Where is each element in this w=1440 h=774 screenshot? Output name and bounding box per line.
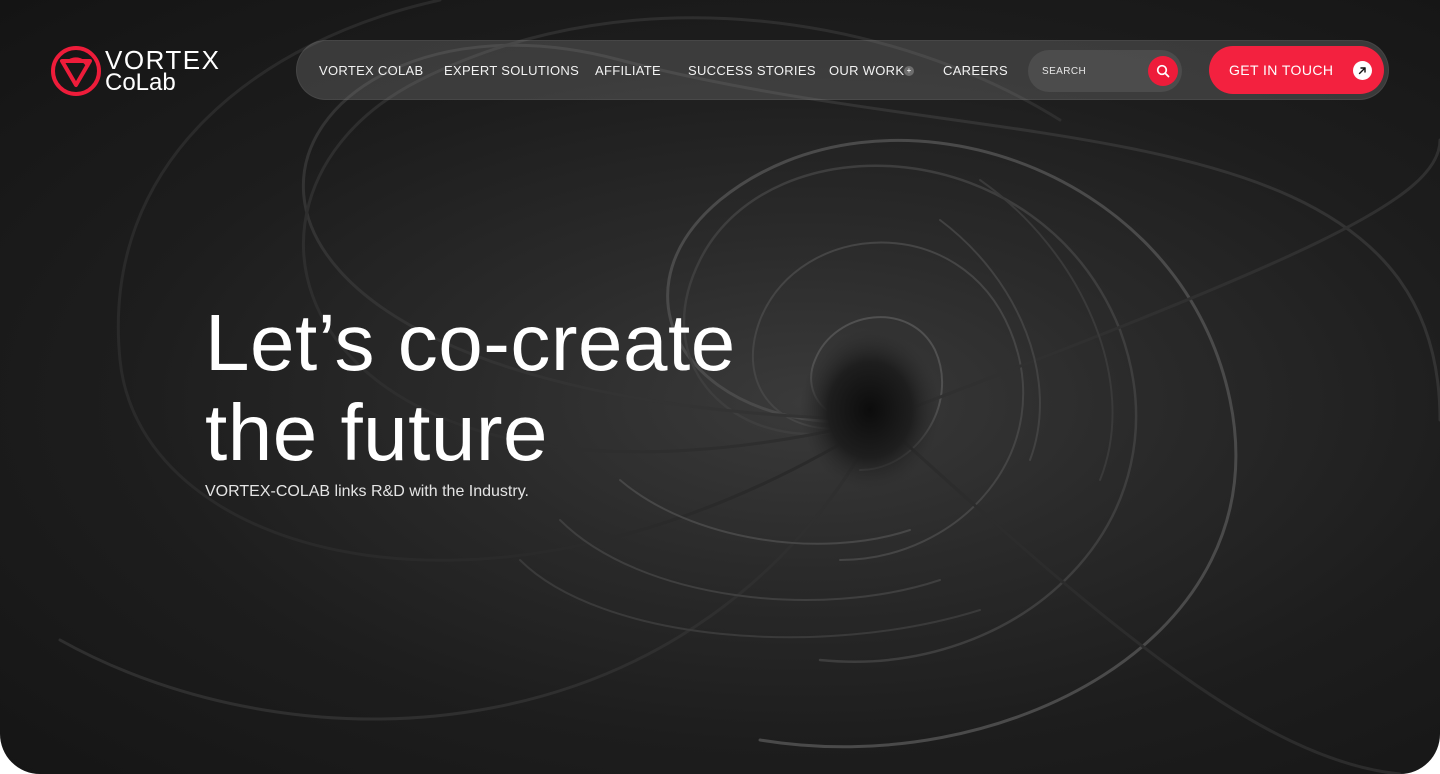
arrow-up-right-icon bbox=[1353, 61, 1372, 80]
nav-item-expert-solutions[interactable]: EXPERT SOLUTIONS bbox=[444, 63, 579, 79]
brand-name-line2: CoLab bbox=[105, 69, 176, 96]
search-icon bbox=[1156, 64, 1170, 78]
hero-subtitle: VORTEX-COLAB links R&D with the Industry… bbox=[205, 483, 529, 500]
nav-item-affiliate[interactable]: AFFILIATE bbox=[595, 63, 661, 79]
main-navigation: VORTEX COLAB EXPERT SOLUTIONS AFFILIATE … bbox=[296, 40, 1389, 100]
vortex-logo-icon bbox=[51, 46, 101, 96]
hero-title-line1: Let’s co-create bbox=[205, 298, 736, 387]
search-input[interactable] bbox=[1042, 62, 1142, 80]
nav-item-our-work[interactable]: OUR WORK bbox=[829, 63, 904, 79]
nav-item-careers[interactable]: CAREERS bbox=[943, 63, 1008, 79]
get-in-touch-label: GET IN TOUCH bbox=[1229, 62, 1334, 78]
hero-title: Let’s co-create the future bbox=[205, 298, 736, 478]
search-button[interactable] bbox=[1148, 56, 1178, 86]
brand-logo[interactable]: VORTEX CoLab bbox=[50, 44, 240, 98]
hero-title-line2: the future bbox=[205, 388, 549, 477]
hero-section: VORTEX CoLab VORTEX COLAB EXPERT SOLUTIO… bbox=[0, 0, 1440, 774]
nav-item-vortex-colab[interactable]: VORTEX COLAB bbox=[319, 63, 424, 79]
get-in-touch-button[interactable]: GET IN TOUCH bbox=[1209, 46, 1384, 94]
search-box bbox=[1028, 50, 1182, 92]
plus-icon[interactable]: + bbox=[904, 66, 914, 76]
nav-item-success-stories[interactable]: SUCCESS STORIES bbox=[688, 63, 816, 79]
